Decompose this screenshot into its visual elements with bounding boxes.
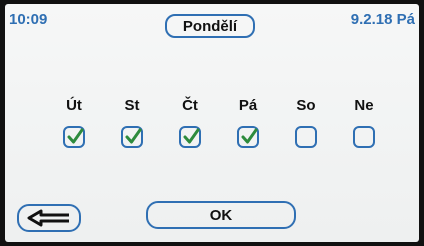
checkmark-icon [125,128,142,144]
day-label: So [296,97,316,114]
day-title-label: Pondělí [182,17,238,35]
device-bezel: 10:09 Pondělí 9.2.18 Pá Út St Čt Pá So N… [0,0,424,246]
ok-button[interactable]: OK [146,201,296,229]
clock-time: 10:09 [9,11,48,28]
day-checkbox-wed[interactable] [121,126,143,148]
checkmark-icon [67,128,84,144]
day-label: Pá [238,97,258,114]
day-label: Čt [182,97,198,114]
day-column-sat: So [289,96,323,148]
back-button[interactable] [17,204,81,232]
day-checkbox-sat[interactable] [295,126,317,148]
day-column-thu: Čt [173,96,207,148]
day-label: St [124,97,140,114]
day-column-sun: Ne [347,96,381,148]
day-label: Út [66,97,82,114]
day-checkbox-fri[interactable] [237,126,259,148]
day-column-fri: Pá [231,96,265,148]
day-checkbox-thu[interactable] [179,126,201,148]
arrow-left-icon [27,209,69,227]
day-checkbox-sun[interactable] [353,126,375,148]
day-label: Ne [354,97,374,114]
day-column-tue: Út [57,96,91,148]
day-checkbox-tue[interactable] [63,126,85,148]
day-column-wed: St [115,96,149,148]
touch-screen: 10:09 Pondělí 9.2.18 Pá Út St Čt Pá So N… [5,4,419,242]
ok-button-label: OK [209,206,233,224]
day-title-button[interactable]: Pondělí [165,14,255,38]
checkmark-icon [241,128,258,144]
current-date: 9.2.18 Pá [350,11,415,28]
checkmark-icon [183,128,200,144]
